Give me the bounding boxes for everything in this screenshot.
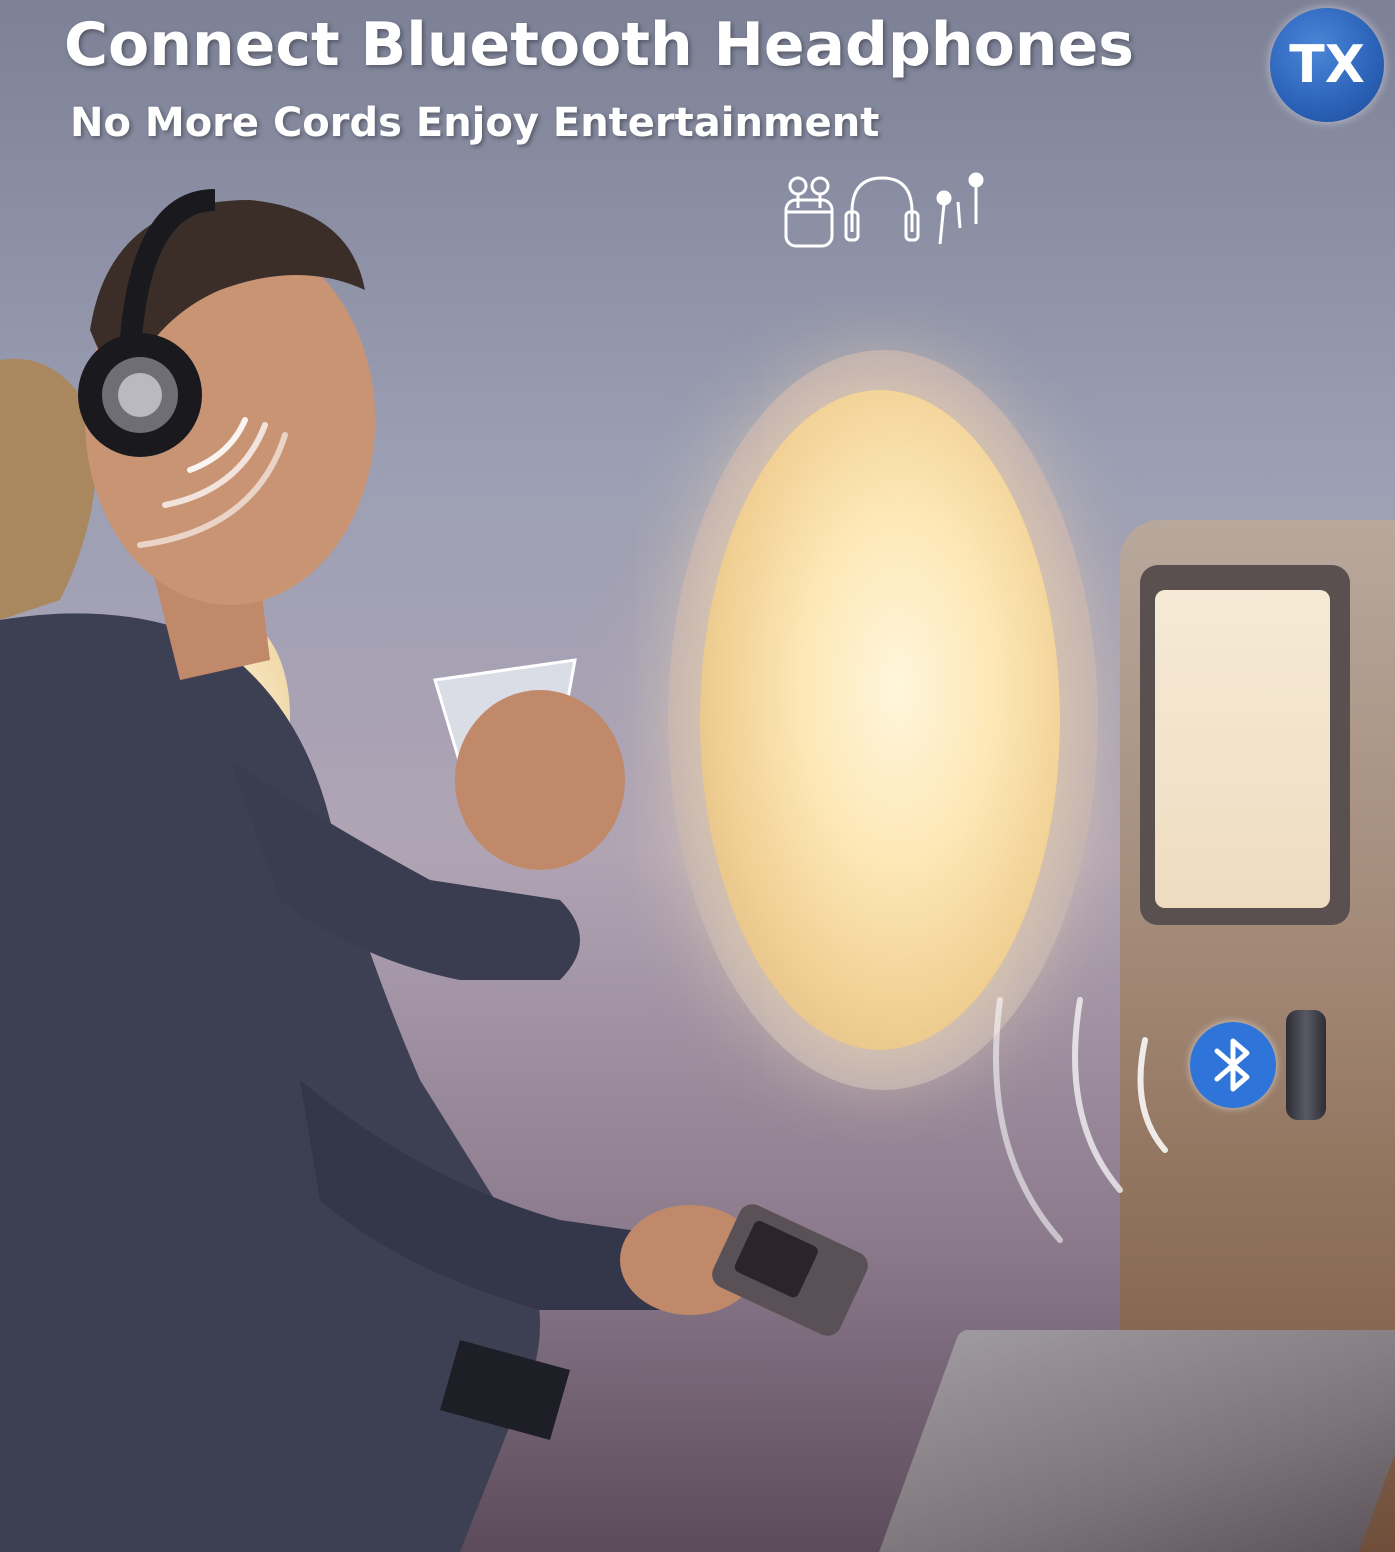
tx-badge-label: TX xyxy=(1289,35,1365,95)
headline-title: Connect Bluetooth Headphones xyxy=(64,10,1134,80)
sound-waves xyxy=(137,417,1168,1243)
tx-mode-badge: TX xyxy=(1270,8,1384,122)
bluetooth-transmitter-device xyxy=(1286,1010,1326,1120)
over-ear-headphones-icon xyxy=(844,176,920,242)
headline-subtitle: No More Cords Enjoy Entertainment xyxy=(70,100,880,146)
bluetooth-badge xyxy=(1190,1022,1276,1108)
wired-earphones-icon xyxy=(936,172,984,245)
earbuds-case-icon xyxy=(784,176,834,248)
product-image: Connect Bluetooth Headphones No More Cor… xyxy=(0,0,1395,1552)
bluetooth-icon xyxy=(1214,1038,1250,1092)
headphone-types-icons xyxy=(784,172,984,248)
